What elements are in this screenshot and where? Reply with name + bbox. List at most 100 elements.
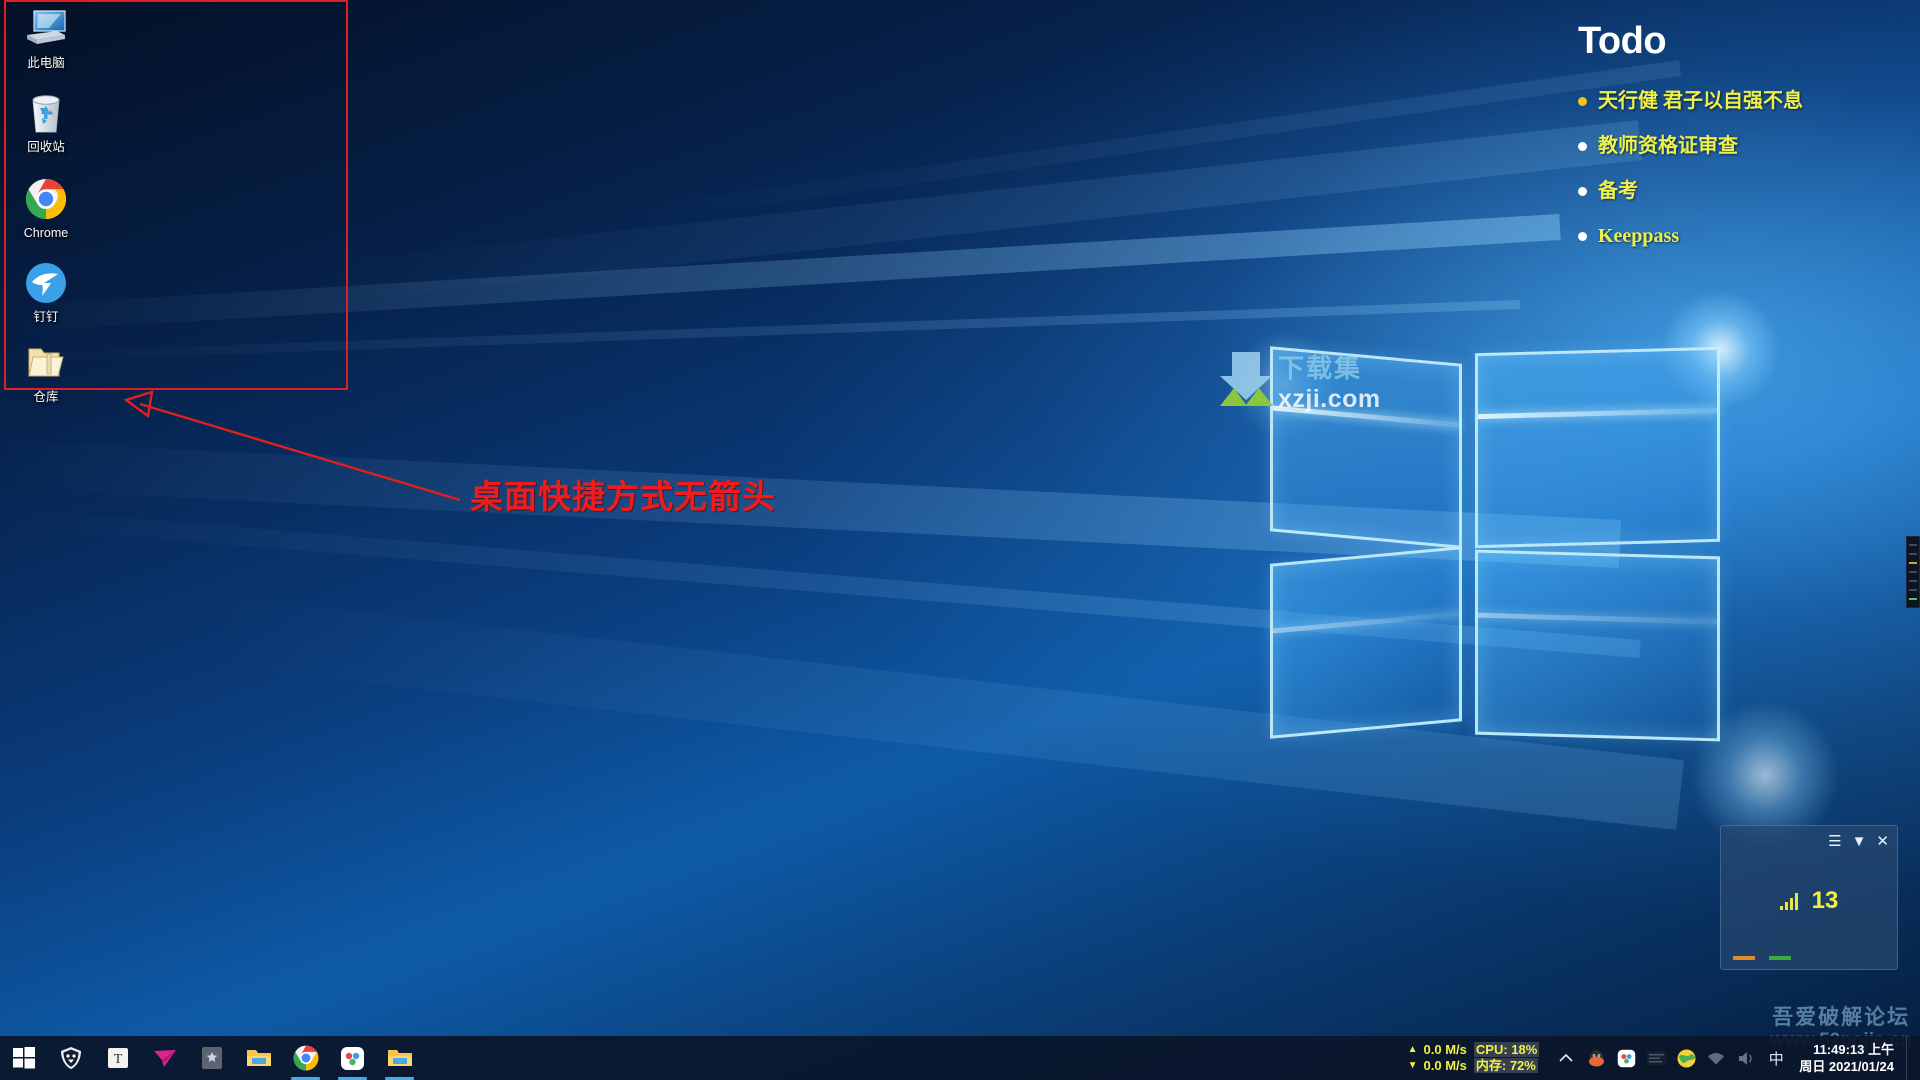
wallpaper-ray (0, 300, 1521, 363)
download-arrow-icon: ▼ (1407, 1060, 1418, 1071)
todo-list-item[interactable]: Keeppass (1578, 222, 1898, 250)
desktop-icon-label: 仓库 (33, 390, 59, 404)
desktop-icon-label: 回收站 (27, 140, 65, 154)
widget-value: 13 (1811, 887, 1839, 914)
chrome-icon (8, 176, 84, 222)
taskbar[interactable]: T ▲ ▼ 0.0 M/s 0.0 M/s CPU: 18% 内存: 72% 中… (0, 1036, 1920, 1080)
todo-item-label: 天行健 君子以自强不息 (1598, 90, 1803, 112)
desktop-icon-label: 钉钉 (33, 310, 59, 324)
widget-footer-bars (1733, 956, 1791, 960)
gray-app-icon (201, 1047, 222, 1069)
qq-icon[interactable] (1581, 1036, 1611, 1080)
show-hidden-icons-chevron-icon[interactable] (1551, 1036, 1581, 1080)
desktop-icon-chrome[interactable]: Chrome (8, 176, 84, 241)
show-desktop-button[interactable] (1906, 1036, 1914, 1080)
annotation-text: 桌面快捷方式无箭头 (470, 478, 776, 515)
watermark-br-line1: 吾爱破解论坛 (1772, 1006, 1911, 1030)
cpu-usage: CPU: 18% (1473, 1042, 1540, 1057)
todo-panel: Todo 天行健 君子以自强不息 教师资格证审查 备考 Keeppass (1578, 20, 1898, 267)
taskbar-item-malwarebytes[interactable] (47, 1036, 94, 1080)
wallpaper-ray (0, 440, 1622, 568)
memory-usage: 内存: 72% (1473, 1058, 1538, 1073)
edge-dock-bar (1909, 570, 1917, 573)
edge-dock-panel[interactable] (1906, 536, 1920, 608)
wifi-icon[interactable] (1701, 1036, 1731, 1080)
todo-list-item[interactable]: 教师资格证审查 (1578, 132, 1898, 160)
desktop-icon-dingtalk[interactable]: 钉钉 (8, 260, 84, 325)
file-explorer-icon (387, 1050, 412, 1066)
ime-indicator[interactable]: 中 (1761, 1036, 1791, 1080)
this-pc-icon (8, 6, 84, 52)
typora-icon: T (107, 1048, 128, 1068)
edge-dock-bar (1909, 580, 1917, 583)
taskbar-item-explorer[interactable] (235, 1036, 282, 1080)
network-monitor[interactable]: ▲ ▼ 0.0 M/s 0.0 M/s CPU: 18% 内存: 72% (1408, 1042, 1540, 1074)
upload-arrow-icon: ▲ (1407, 1044, 1418, 1055)
svg-text:T: T (113, 1052, 122, 1067)
wallpaper-glow (1230, 330, 1340, 440)
taskbar-item-utility[interactable] (188, 1036, 235, 1080)
todo-bullet-icon (1578, 187, 1587, 196)
todo-list-item[interactable]: 备考 (1578, 177, 1898, 205)
widget-bar-green (1769, 956, 1791, 960)
watermark-center: 下载集 xzji.com (1218, 348, 1381, 414)
todo-list: 天行健 君子以自强不息 教师资格证审查 备考 Keeppass (1578, 87, 1898, 250)
watermark-center-line2: xzji.com (1278, 385, 1381, 413)
netmon-usage: CPU: 18% 内存: 72% (1473, 1042, 1540, 1074)
desktop-icon-warehouse-folder[interactable]: 仓库 (8, 340, 84, 405)
edge-dock-bar-active (1909, 561, 1917, 564)
download-arrow-icon (1220, 352, 1273, 406)
taskbar-item-explorer-2[interactable] (376, 1036, 423, 1080)
signal-bars-icon (1779, 892, 1798, 910)
folder-icon (8, 340, 84, 386)
start-button[interactable] (0, 1036, 47, 1080)
seafile-icon (341, 1046, 364, 1070)
wallpaper-glow (1660, 290, 1780, 410)
desktop-icon-label: Chrome (23, 226, 69, 240)
floating-widget[interactable]: ☰ ▼ ✕ 13 (1720, 825, 1898, 970)
edge-dock-bar-green (1909, 598, 1917, 601)
clock-time: 11:49:13 上午 (1813, 1042, 1894, 1057)
widget-body: 13 (1729, 887, 1889, 915)
wallpaper-ray (4, 508, 1641, 658)
todo-item-label: 教师资格证审查 (1598, 135, 1738, 157)
edge-dock-bar (1909, 589, 1917, 592)
desktop[interactable]: 下载集 xzji.com 此电脑 回收站 Chrome 钉钉 仓库 桌面快捷方式… (0, 0, 1920, 1080)
taskbar-system-tray: ▲ ▼ 0.0 M/s 0.0 M/s CPU: 18% 内存: 72% 中 1… (1408, 1036, 1920, 1080)
wallpaper-ray (205, 595, 1684, 830)
windows-wallpaper-logo (1265, 325, 1720, 745)
dingtalk-icon (8, 260, 84, 306)
file-explorer-icon (246, 1050, 271, 1066)
todo-bullet-icon (1578, 232, 1587, 241)
widget-close-icon[interactable]: ✕ (1876, 834, 1889, 849)
widget-collapse-icon[interactable]: ▼ (1852, 834, 1867, 849)
taskbar-item-telegram[interactable] (141, 1036, 188, 1080)
widget-menu-icon[interactable]: ☰ (1828, 834, 1841, 849)
windows-logo-icon (12, 1047, 35, 1069)
netmon-speeds: 0.0 M/s 0.0 M/s (1424, 1042, 1467, 1074)
taskbar-pinned-items: T (0, 1036, 423, 1080)
download-speed: 0.0 M/s (1423, 1058, 1467, 1073)
globe-tray-icon[interactable] (1671, 1036, 1701, 1080)
edge-dock-bar (1909, 552, 1917, 555)
taskbar-item-typora[interactable]: T (94, 1036, 141, 1080)
todo-bullet-icon (1578, 142, 1587, 151)
volume-icon[interactable] (1731, 1036, 1761, 1080)
todo-list-item[interactable]: 天行健 君子以自强不息 (1578, 87, 1898, 115)
todo-item-label: Keeppass (1598, 225, 1680, 247)
widget-titlebar: ☰ ▼ ✕ (1729, 834, 1889, 849)
todo-item-label: 备考 (1598, 180, 1638, 202)
seafile-tray-icon[interactable] (1611, 1036, 1641, 1080)
taskbar-item-seafile[interactable] (329, 1036, 376, 1080)
taskbar-item-chrome[interactable] (282, 1036, 329, 1080)
taskbar-clock[interactable]: 11:49:13 上午 周日 2021/01/24 (1791, 1041, 1906, 1075)
desktop-icon-recycle-bin[interactable]: 回收站 (8, 90, 84, 155)
wallpaper-ray (305, 120, 1643, 305)
desktop-icon-this-pc[interactable]: 此电脑 (8, 6, 84, 71)
paper-plane-icon (153, 1050, 176, 1067)
dark-app-tray-icon[interactable] (1641, 1036, 1671, 1080)
desktop-icon-label: 此电脑 (27, 56, 65, 70)
watermark-center-line1: 下载集 (1278, 353, 1363, 383)
wallpaper-ray (1, 214, 1561, 333)
netmon-arrows: ▲ ▼ (1408, 1042, 1418, 1074)
